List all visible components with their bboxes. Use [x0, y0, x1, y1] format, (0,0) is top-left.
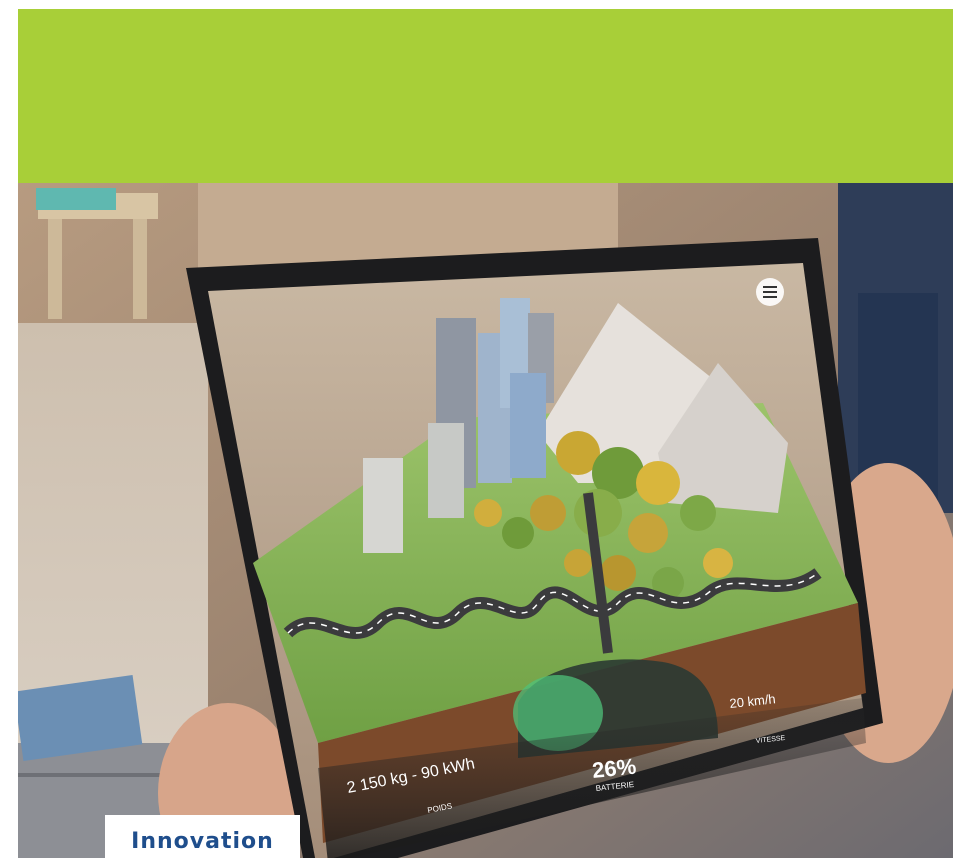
green-banner — [18, 9, 953, 183]
skyscraper — [428, 423, 464, 518]
photo-tablet-ar: 2 150 kg - 90 kWh POIDS 26% BATTERIE 20 … — [18, 183, 953, 858]
teal-object — [36, 188, 116, 210]
skyscraper — [510, 373, 546, 478]
category-label-box: Innovation — [105, 815, 300, 858]
category-label: Innovation — [131, 828, 274, 854]
battery-readout: 26% — [591, 754, 637, 783]
hamburger-menu-icon[interactable] — [756, 278, 784, 306]
stool-leg — [133, 219, 147, 319]
skyscraper — [363, 458, 403, 553]
stool-leg — [48, 219, 62, 319]
image-frame: 2 150 kg - 90 kWh POIDS 26% BATTERIE 20 … — [18, 9, 953, 858]
